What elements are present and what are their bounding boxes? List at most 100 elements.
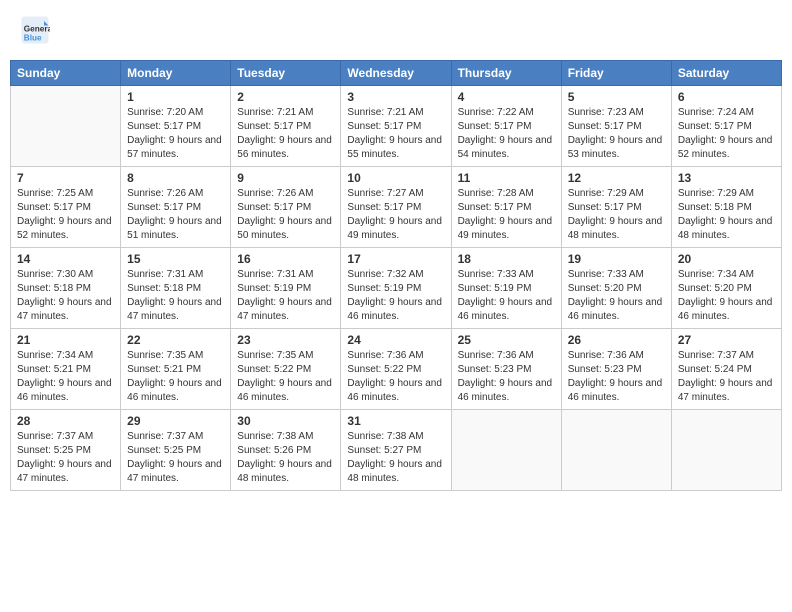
- day-info: Sunrise: 7:21 AMSunset: 5:17 PMDaylight:…: [237, 106, 334, 162]
- week-row-5: 28 Sunrise: 7:37 AMSunset: 5:25 PMDayligh…: [11, 410, 782, 491]
- weekday-sunday: Sunday: [11, 61, 121, 86]
- day-cell-12: 12 Sunrise: 7:29 AMSunset: 5:17 PMDayligh…: [561, 167, 671, 248]
- calendar-body: 1 Sunrise: 7:20 AMSunset: 5:17 PMDaylight…: [11, 86, 782, 491]
- day-cell-30: 30 Sunrise: 7:38 AMSunset: 5:26 PMDayligh…: [231, 410, 341, 491]
- day-info: Sunrise: 7:26 AMSunset: 5:17 PMDaylight:…: [127, 187, 224, 243]
- week-row-1: 1 Sunrise: 7:20 AMSunset: 5:17 PMDaylight…: [11, 86, 782, 167]
- day-number: 16: [237, 252, 334, 266]
- logo: General Blue: [20, 15, 54, 45]
- weekday-tuesday: Tuesday: [231, 61, 341, 86]
- day-number: 19: [568, 252, 665, 266]
- day-cell-25: 25 Sunrise: 7:36 AMSunset: 5:23 PMDayligh…: [451, 329, 561, 410]
- day-info: Sunrise: 7:34 AMSunset: 5:20 PMDaylight:…: [678, 268, 775, 324]
- weekday-wednesday: Wednesday: [341, 61, 451, 86]
- day-cell-22: 22 Sunrise: 7:35 AMSunset: 5:21 PMDayligh…: [121, 329, 231, 410]
- day-cell-19: 19 Sunrise: 7:33 AMSunset: 5:20 PMDayligh…: [561, 248, 671, 329]
- day-number: 30: [237, 414, 334, 428]
- week-row-2: 7 Sunrise: 7:25 AMSunset: 5:17 PMDaylight…: [11, 167, 782, 248]
- day-info: Sunrise: 7:38 AMSunset: 5:26 PMDaylight:…: [237, 430, 334, 486]
- day-number: 20: [678, 252, 775, 266]
- day-cell-1: 1 Sunrise: 7:20 AMSunset: 5:17 PMDaylight…: [121, 86, 231, 167]
- logo-icon: General Blue: [20, 15, 50, 45]
- day-info: Sunrise: 7:38 AMSunset: 5:27 PMDaylight:…: [347, 430, 444, 486]
- day-number: 12: [568, 171, 665, 185]
- day-number: 13: [678, 171, 775, 185]
- day-info: Sunrise: 7:26 AMSunset: 5:17 PMDaylight:…: [237, 187, 334, 243]
- day-number: 1: [127, 90, 224, 104]
- day-info: Sunrise: 7:32 AMSunset: 5:19 PMDaylight:…: [347, 268, 444, 324]
- day-cell-5: 5 Sunrise: 7:23 AMSunset: 5:17 PMDaylight…: [561, 86, 671, 167]
- day-info: Sunrise: 7:31 AMSunset: 5:19 PMDaylight:…: [237, 268, 334, 324]
- day-info: Sunrise: 7:20 AMSunset: 5:17 PMDaylight:…: [127, 106, 224, 162]
- day-info: Sunrise: 7:36 AMSunset: 5:22 PMDaylight:…: [347, 349, 444, 405]
- day-cell-11: 11 Sunrise: 7:28 AMSunset: 5:17 PMDayligh…: [451, 167, 561, 248]
- day-cell-3: 3 Sunrise: 7:21 AMSunset: 5:17 PMDaylight…: [341, 86, 451, 167]
- day-number: 15: [127, 252, 224, 266]
- svg-text:Blue: Blue: [24, 34, 42, 43]
- day-info: Sunrise: 7:25 AMSunset: 5:17 PMDaylight:…: [17, 187, 114, 243]
- day-cell-empty: [451, 410, 561, 491]
- day-number: 18: [458, 252, 555, 266]
- day-number: 22: [127, 333, 224, 347]
- day-info: Sunrise: 7:36 AMSunset: 5:23 PMDaylight:…: [458, 349, 555, 405]
- day-cell-28: 28 Sunrise: 7:37 AMSunset: 5:25 PMDayligh…: [11, 410, 121, 491]
- day-cell-27: 27Sunrise: 7:37 AMSunset: 5:24 PMDayligh…: [671, 329, 781, 410]
- day-info: Sunrise: 7:21 AMSunset: 5:17 PMDaylight:…: [347, 106, 444, 162]
- day-number: 4: [458, 90, 555, 104]
- day-cell-9: 9 Sunrise: 7:26 AMSunset: 5:17 PMDaylight…: [231, 167, 341, 248]
- day-number: 5: [568, 90, 665, 104]
- day-cell-31: 31 Sunrise: 7:38 AMSunset: 5:27 PMDayligh…: [341, 410, 451, 491]
- day-number: 21: [17, 333, 114, 347]
- week-row-4: 21 Sunrise: 7:34 AMSunset: 5:21 PMDayligh…: [11, 329, 782, 410]
- day-number: 31: [347, 414, 444, 428]
- day-cell-empty: [11, 86, 121, 167]
- day-number: 6: [678, 90, 775, 104]
- day-cell-10: 10Sunrise: 7:27 AMSunset: 5:17 PMDayligh…: [341, 167, 451, 248]
- weekday-header-row: SundayMondayTuesdayWednesdayThursdayFrid…: [11, 61, 782, 86]
- day-number: 14: [17, 252, 114, 266]
- weekday-saturday: Saturday: [671, 61, 781, 86]
- day-cell-4: 4 Sunrise: 7:22 AMSunset: 5:17 PMDaylight…: [451, 86, 561, 167]
- day-info: Sunrise: 7:36 AMSunset: 5:23 PMDaylight:…: [568, 349, 665, 405]
- day-number: 7: [17, 171, 114, 185]
- day-number: 28: [17, 414, 114, 428]
- day-cell-8: 8Sunrise: 7:26 AMSunset: 5:17 PMDaylight…: [121, 167, 231, 248]
- week-row-3: 14 Sunrise: 7:30 AMSunset: 5:18 PMDayligh…: [11, 248, 782, 329]
- day-info: Sunrise: 7:34 AMSunset: 5:21 PMDaylight:…: [17, 349, 114, 405]
- day-cell-29: 29 Sunrise: 7:37 AMSunset: 5:25 PMDayligh…: [121, 410, 231, 491]
- day-info: Sunrise: 7:31 AMSunset: 5:18 PMDaylight:…: [127, 268, 224, 324]
- day-info: Sunrise: 7:29 AMSunset: 5:17 PMDaylight:…: [568, 187, 665, 243]
- day-info: Sunrise: 7:37 AMSunset: 5:25 PMDaylight:…: [127, 430, 224, 486]
- day-cell-7: 7 Sunrise: 7:25 AMSunset: 5:17 PMDaylight…: [11, 167, 121, 248]
- day-info: Sunrise: 7:22 AMSunset: 5:17 PMDaylight:…: [458, 106, 555, 162]
- day-cell-2: 2 Sunrise: 7:21 AMSunset: 5:17 PMDaylight…: [231, 86, 341, 167]
- day-info: Sunrise: 7:28 AMSunset: 5:17 PMDaylight:…: [458, 187, 555, 243]
- day-info: Sunrise: 7:35 AMSunset: 5:22 PMDaylight:…: [237, 349, 334, 405]
- calendar-table: SundayMondayTuesdayWednesdayThursdayFrid…: [10, 60, 782, 491]
- day-cell-16: 16 Sunrise: 7:31 AMSunset: 5:19 PMDayligh…: [231, 248, 341, 329]
- day-info: Sunrise: 7:30 AMSunset: 5:18 PMDaylight:…: [17, 268, 114, 324]
- weekday-monday: Monday: [121, 61, 231, 86]
- day-cell-15: 15 Sunrise: 7:31 AMSunset: 5:18 PMDayligh…: [121, 248, 231, 329]
- day-info: Sunrise: 7:23 AMSunset: 5:17 PMDaylight:…: [568, 106, 665, 162]
- day-cell-21: 21 Sunrise: 7:34 AMSunset: 5:21 PMDayligh…: [11, 329, 121, 410]
- svg-text:General: General: [24, 25, 50, 34]
- day-info: Sunrise: 7:35 AMSunset: 5:21 PMDaylight:…: [127, 349, 224, 405]
- day-info: Sunrise: 7:37 AMSunset: 5:24 PMDaylight:…: [678, 349, 775, 405]
- day-info: Sunrise: 7:37 AMSunset: 5:25 PMDaylight:…: [17, 430, 114, 486]
- day-number: 29: [127, 414, 224, 428]
- day-number: 9: [237, 171, 334, 185]
- day-number: 25: [458, 333, 555, 347]
- day-cell-18: 18Sunrise: 7:33 AMSunset: 5:19 PMDayligh…: [451, 248, 561, 329]
- day-number: 11: [458, 171, 555, 185]
- weekday-thursday: Thursday: [451, 61, 561, 86]
- day-number: 2: [237, 90, 334, 104]
- day-cell-17: 17Sunrise: 7:32 AMSunset: 5:19 PMDayligh…: [341, 248, 451, 329]
- page-header: General Blue: [10, 10, 782, 50]
- day-cell-6: 6Sunrise: 7:24 AMSunset: 5:17 PMDaylight…: [671, 86, 781, 167]
- day-number: 24: [347, 333, 444, 347]
- day-cell-13: 13 Sunrise: 7:29 AMSunset: 5:18 PMDayligh…: [671, 167, 781, 248]
- day-info: Sunrise: 7:29 AMSunset: 5:18 PMDaylight:…: [678, 187, 775, 243]
- day-number: 3: [347, 90, 444, 104]
- day-info: Sunrise: 7:33 AMSunset: 5:20 PMDaylight:…: [568, 268, 665, 324]
